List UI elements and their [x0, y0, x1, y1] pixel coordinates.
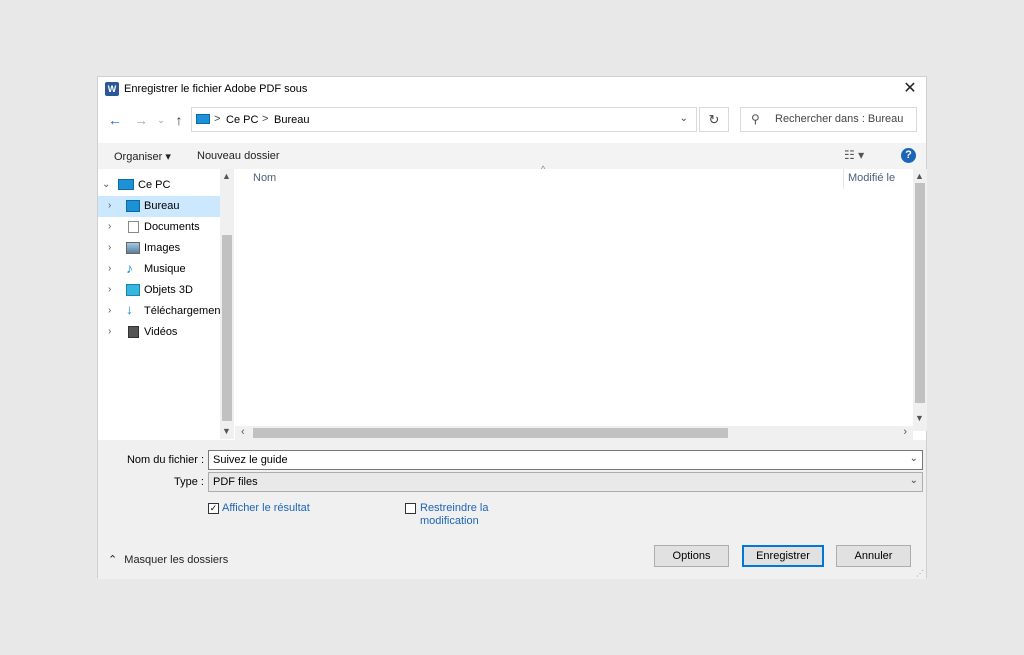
forward-arrow-icon[interactable]: → — [132, 111, 150, 129]
chevron-right-icon[interactable]: › — [108, 200, 111, 211]
scroll-up-icon[interactable]: ▲ — [222, 171, 231, 181]
save-dialog: W Enregistrer le fichier Adobe PDF sous … — [97, 76, 927, 579]
chevron-right-icon[interactable]: › — [108, 263, 111, 274]
tree-item-label: Images — [144, 242, 181, 254]
tree-item-videos[interactable]: › Vidéos — [98, 322, 220, 343]
documents-icon — [128, 221, 139, 233]
tree-item-label: Bureau — [144, 200, 180, 212]
restrict-modification-label-line1[interactable]: Restreindre la — [420, 502, 488, 515]
objects3d-icon — [126, 284, 140, 296]
options-button[interactable]: Options — [654, 545, 729, 567]
show-result-checkbox[interactable]: ✓ — [208, 503, 219, 514]
save-options-panel: Nom du fichier : Suivez le guide ⌄ Type … — [98, 440, 926, 579]
file-list-vertical-scrollbar[interactable]: ▲ ▼ — [913, 169, 927, 431]
command-toolbar: Organiser ▾ Nouveau dossier ☷ ▾ ? — [98, 143, 926, 169]
column-divider[interactable] — [843, 169, 844, 189]
word-app-icon: W — [105, 82, 119, 96]
pc-icon — [196, 114, 210, 124]
file-type-value[interactable]: PDF files — [213, 476, 258, 488]
search-icon: ⚲ — [751, 112, 760, 126]
breadcrumb-separator: > — [262, 113, 269, 125]
search-input[interactable] — [773, 112, 917, 126]
sort-ascending-icon: ^ — [541, 164, 546, 174]
filename-label: Nom du fichier : — [126, 454, 204, 466]
breadcrumb-bureau[interactable]: Bureau — [274, 114, 309, 126]
breadcrumb-ce-pc[interactable]: Ce PC — [226, 114, 258, 126]
cancel-button[interactable]: Annuler — [836, 545, 911, 567]
scroll-down-icon[interactable]: ▼ — [915, 413, 924, 423]
filename-field[interactable]: Suivez le guide ⌄ — [208, 450, 923, 470]
tree-item-documents[interactable]: › Documents — [98, 217, 220, 238]
save-button[interactable]: Enregistrer — [742, 545, 824, 567]
tree-item-label: Ce PC — [138, 179, 171, 191]
back-arrow-icon[interactable]: ← — [106, 111, 124, 129]
refresh-button[interactable]: ↻ — [699, 107, 729, 132]
hide-folders-toggle[interactable]: ⌃ Masquer les dossiers — [108, 553, 228, 566]
tree-item-objets-3d[interactable]: › Objets 3D — [98, 280, 220, 301]
navigation-pane: ⌄ Ce PC › Bureau › Documents › Images › … — [98, 169, 229, 431]
chevron-right-icon[interactable]: › — [108, 305, 111, 316]
file-list[interactable]: ^ Nom Modifié le — [235, 164, 913, 431]
tree-item-label: Documents — [144, 221, 200, 233]
scrollbar-thumb[interactable] — [915, 183, 925, 403]
filename-value[interactable]: Suivez le guide — [213, 454, 288, 466]
tree-item-label: Téléchargements — [144, 305, 229, 317]
navigation-pane-scrollbar[interactable]: ▲ ▼ — [220, 169, 234, 439]
file-type-select[interactable]: PDF files ⌄ — [208, 472, 923, 492]
desktop-icon — [126, 200, 140, 212]
close-button[interactable]: ✕ — [900, 79, 920, 99]
dialog-title: Enregistrer le fichier Adobe PDF sous — [124, 83, 308, 95]
chevron-down-icon[interactable]: ⌄ — [102, 179, 110, 190]
type-label: Type : — [174, 476, 204, 488]
organize-menu[interactable]: Organiser ▾ — [114, 150, 171, 163]
downloads-icon: ↓ — [126, 301, 133, 317]
tree-item-musique[interactable]: › ♪ Musique — [98, 259, 220, 280]
new-folder-button[interactable]: Nouveau dossier — [197, 150, 280, 162]
navigation-bar: ← → ⌄ ↑ > Ce PC > Bureau ⌄ ↻ ⚲ — [98, 107, 926, 135]
address-bar[interactable]: > Ce PC > Bureau ⌄ — [191, 107, 697, 132]
scroll-right-icon[interactable]: › — [903, 426, 907, 438]
chevron-down-icon[interactable]: ⌄ — [680, 113, 688, 124]
resize-grip-icon[interactable]: ⋰ — [916, 569, 924, 578]
column-header-name[interactable]: Nom — [253, 172, 276, 184]
chevron-right-icon[interactable]: › — [108, 242, 111, 253]
file-list-horizontal-scrollbar[interactable]: ‹ › — [235, 426, 913, 440]
recent-locations-chevron-icon[interactable]: ⌄ — [152, 111, 170, 129]
chevron-right-icon[interactable]: › — [108, 284, 111, 295]
tree-item-label: Vidéos — [144, 326, 178, 338]
tree-item-label: Musique — [144, 263, 186, 275]
tree-item-telechargements[interactable]: › ↓ Téléchargements — [98, 301, 229, 322]
scroll-left-icon[interactable]: ‹ — [241, 426, 245, 438]
show-result-label[interactable]: Afficher le résultat — [222, 502, 310, 515]
breadcrumb-separator: > — [214, 113, 221, 125]
restrict-modification-label-line2[interactable]: modification — [420, 515, 479, 528]
up-arrow-icon[interactable]: ↑ — [170, 111, 188, 129]
images-icon — [126, 242, 140, 254]
chevron-right-icon[interactable]: › — [108, 326, 111, 337]
tree-item-bureau[interactable]: › Bureau — [98, 196, 220, 217]
tree-item-label: Objets 3D — [144, 284, 193, 296]
music-icon: ♪ — [126, 260, 133, 276]
videos-icon — [128, 326, 139, 338]
scroll-up-icon[interactable]: ▲ — [915, 171, 924, 181]
title-bar: W Enregistrer le fichier Adobe PDF sous … — [98, 77, 926, 101]
view-options-icon[interactable]: ☷ ▾ — [844, 148, 864, 162]
scroll-down-icon[interactable]: ▼ — [222, 426, 231, 436]
chevron-right-icon[interactable]: › — [108, 221, 111, 232]
chevron-up-icon: ⌃ — [108, 554, 118, 566]
restrict-modification-checkbox[interactable] — [405, 503, 416, 514]
search-box[interactable]: ⚲ — [740, 107, 917, 132]
hide-folders-label: Masquer les dossiers — [124, 554, 229, 566]
scrollbar-thumb[interactable] — [222, 235, 232, 421]
column-header-modified[interactable]: Modifié le — [848, 172, 895, 184]
pc-icon — [118, 179, 134, 190]
tree-item-images[interactable]: › Images — [98, 238, 220, 259]
chevron-down-icon[interactable]: ⌄ — [910, 475, 918, 486]
scrollbar-thumb[interactable] — [253, 428, 728, 438]
tree-item-ce-pc[interactable]: ⌄ Ce PC — [98, 175, 220, 196]
chevron-down-icon[interactable]: ⌄ — [910, 453, 918, 464]
help-icon[interactable]: ? — [901, 148, 916, 163]
